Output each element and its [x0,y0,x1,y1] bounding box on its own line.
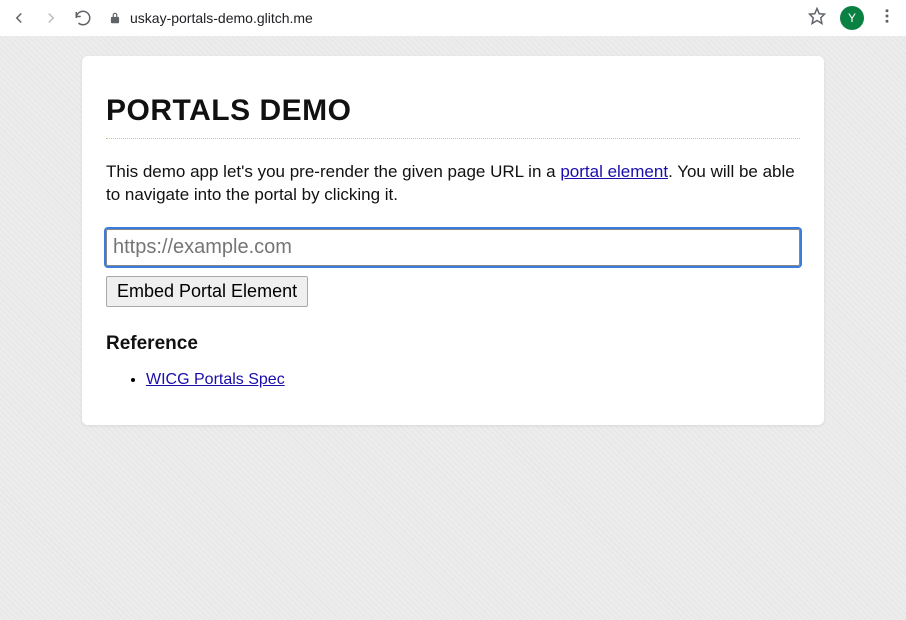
list-item: WICG Portals Spec [146,371,800,389]
address-bar[interactable]: uskay-portals-demo.glitch.me [104,10,796,26]
intro-paragraph: This demo app let's you pre-render the g… [106,161,800,207]
forward-icon [42,9,60,27]
embed-portal-button[interactable]: Embed Portal Element [106,276,308,307]
bookmark-star-icon[interactable] [808,7,826,30]
url-input[interactable] [106,229,800,266]
page-viewport: PORTALS DEMO This demo app let's you pre… [0,36,906,620]
kebab-menu-icon[interactable] [878,7,896,30]
page-title: PORTALS DEMO [106,94,800,139]
profile-avatar[interactable]: Y [840,6,864,30]
url-text: uskay-portals-demo.glitch.me [130,10,313,26]
back-icon[interactable] [10,9,28,27]
nav-buttons [10,9,92,27]
reference-list: WICG Portals Spec [106,371,800,389]
avatar-initial: Y [848,11,856,25]
content-card: PORTALS DEMO This demo app let's you pre… [82,56,824,425]
browser-toolbar: uskay-portals-demo.glitch.me Y [0,0,906,36]
lock-icon [108,11,122,25]
reload-icon[interactable] [74,9,92,27]
toolbar-right: Y [808,6,896,30]
reference-heading: Reference [106,333,800,355]
portal-element-link[interactable]: portal element [560,162,668,181]
intro-text-before: This demo app let's you pre-render the g… [106,162,560,181]
wicg-portals-spec-link[interactable]: WICG Portals Spec [146,371,285,388]
